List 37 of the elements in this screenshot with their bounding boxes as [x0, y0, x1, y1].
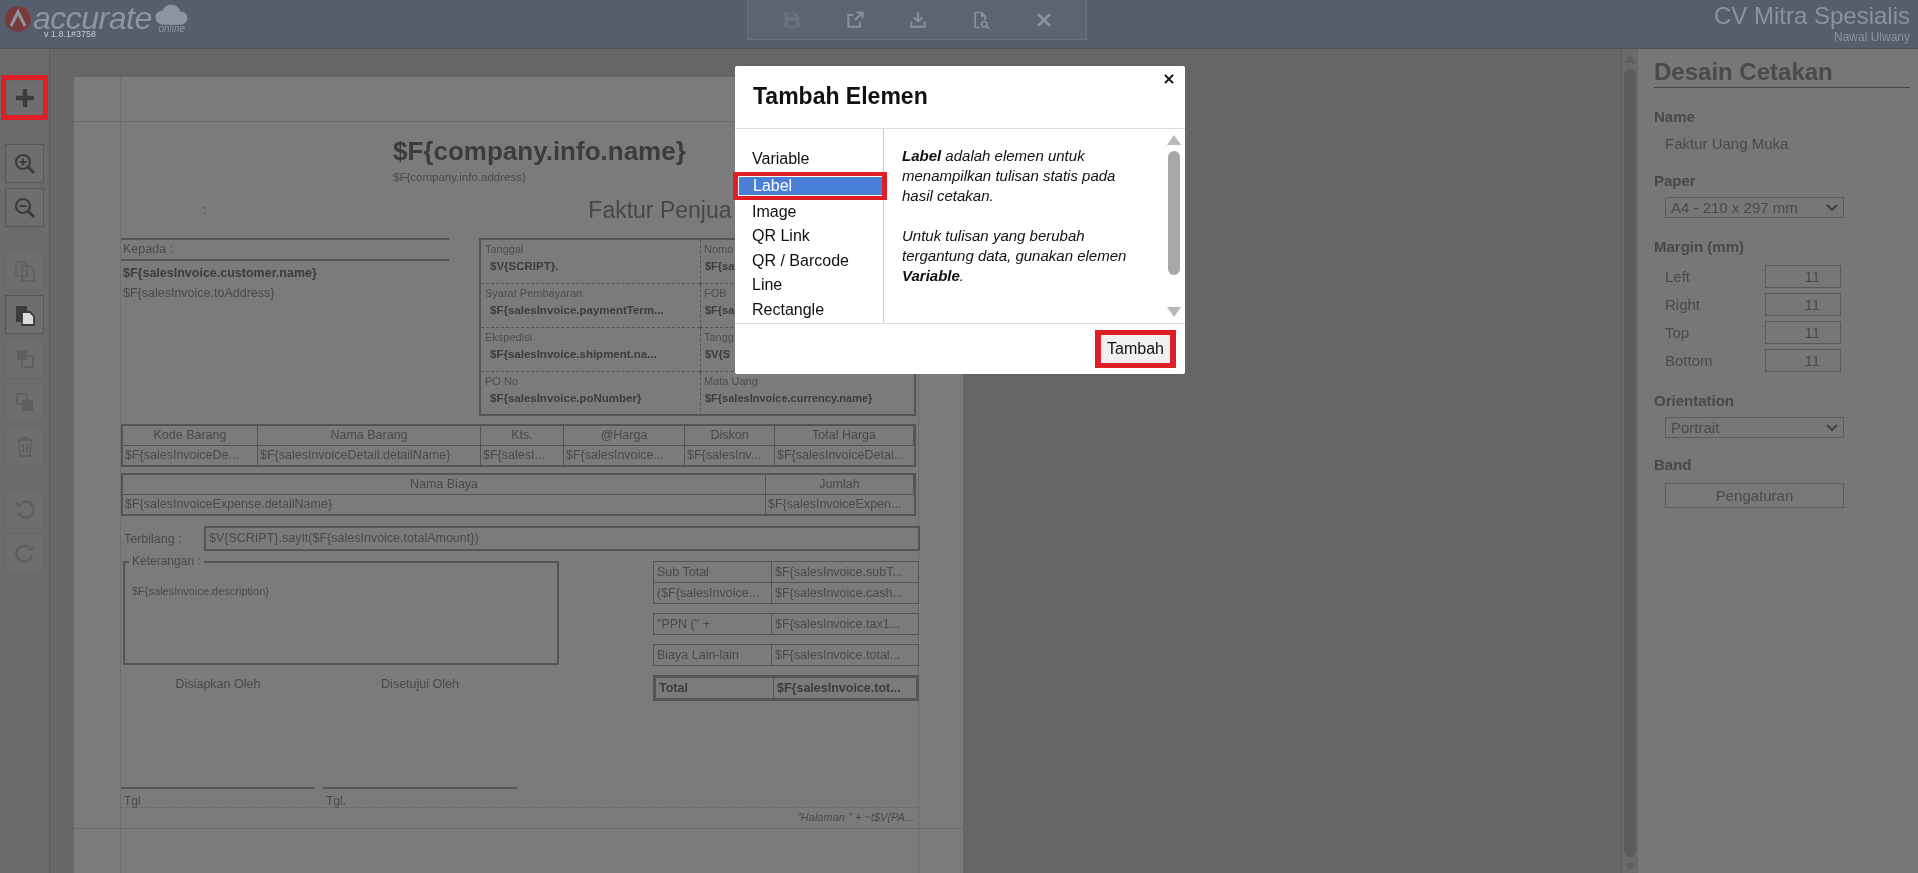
field-value: $F{sa — [705, 304, 735, 316]
list-item[interactable]: Variable — [733, 147, 883, 172]
description-text: Label adalah elemen untuk menampilkan tulisan statis pada hasil cetakan. — [902, 146, 1117, 206]
dialog-title: Tambah Elemen — [752, 82, 928, 111]
list-item[interactable]: QR / Barcode — [733, 248, 883, 273]
scroll-up-icon — [1167, 135, 1181, 145]
logo-mark-icon — [4, 5, 32, 33]
list-item[interactable]: Rectangle — [733, 297, 883, 322]
field-value: $F{salesInvoice.poNumber} — [490, 392, 642, 404]
field-value: $V{SCRIPT}. — [490, 260, 559, 272]
description-text: Untuk tulisan yang berubah tergantung data, gunakan elemen Variable. — [902, 226, 1128, 286]
field-value: $F{salesInvoice.shipment.na... — [490, 348, 657, 360]
scroll-down-icon — [1167, 307, 1181, 317]
scroll-thumb[interactable] — [1168, 151, 1180, 275]
list-item[interactable]: Image — [733, 199, 883, 224]
chevron-down-icon — [1826, 423, 1838, 432]
close-button[interactable] — [1162, 72, 1176, 86]
company-name-field: $F{company.info.name} — [393, 136, 686, 166]
chevron-down-icon — [1826, 203, 1838, 212]
list-item[interactable]: Line — [733, 273, 883, 298]
recipient-name-field: $F{salesInvoice.customer.name} — [123, 266, 317, 280]
total-label: Total — [656, 678, 774, 698]
share-box-icon — [844, 9, 865, 30]
tool-button[interactable] — [5, 295, 44, 334]
version-text: v 1.8.1#3758 — [44, 30, 97, 39]
list-item[interactable]: QR Link — [733, 224, 883, 249]
colon-text: : — [203, 203, 207, 217]
field-value: $F{sa — [705, 260, 735, 272]
list-item[interactable]: Label — [739, 176, 882, 195]
add-button[interactable]: Tambah — [1101, 335, 1170, 363]
zoom-in-icon — [12, 151, 37, 176]
zoom-out-icon — [12, 195, 37, 220]
field-value: $F{salesInvoice.currency.name} — [705, 392, 873, 404]
total-value: $F{salesInvoice.tot... — [776, 680, 902, 697]
field-value: $F{salesInvoice.paymentTerm... — [490, 304, 664, 316]
close-icon — [1162, 72, 1176, 86]
field-value: $V{S — [705, 348, 731, 360]
